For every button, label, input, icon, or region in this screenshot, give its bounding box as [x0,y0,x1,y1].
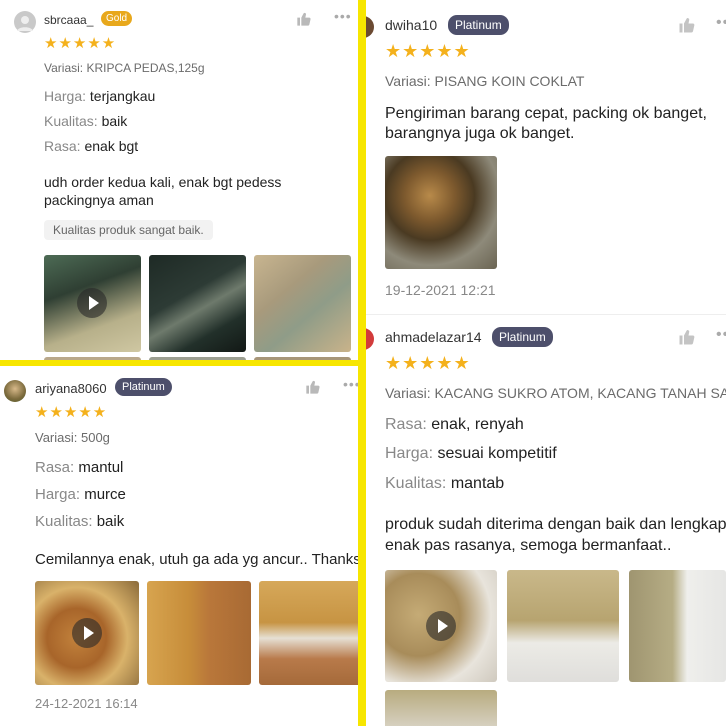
review-card-sbrcaaa: sbrcaaa_ Gold ••• ★★★★★ Variasi: KRIPCA … [0,0,358,360]
media-photo-thumbnail[interactable] [149,255,246,352]
username[interactable]: ahmadelazar14 [385,329,482,345]
media-photo-thumbnail[interactable] [147,581,251,685]
attr-value: enak, renyah [431,416,524,433]
attr-price: Harga: sesuai kompetitif [385,445,557,463]
thumbs-up-icon[interactable] [305,379,321,395]
media-photo-thumbnail[interactable] [385,156,497,269]
review-comment-line: produk sudah diterima dengan baik dan le… [385,516,726,533]
play-icon[interactable] [77,288,107,318]
username[interactable]: sbrcaaa_ [44,13,93,27]
media-photo-thumbnail[interactable] [259,581,358,685]
attr-taste: Rasa: enak bgt [44,138,138,154]
media-strip-edge [44,357,141,360]
review-comment: udh order kedua kali, enak bgt pedess pa… [44,174,282,208]
rating-stars: ★★★★★ [35,404,108,421]
more-options-icon[interactable]: ••• [343,376,358,392]
variant-label: Variasi: 500g [35,430,110,445]
attr-label: Kualitas: [385,475,447,492]
attr-quality: Kualitas: baik [35,513,124,530]
attr-price: Harga: terjangkau [44,88,155,104]
username[interactable]: dwiha10 [385,17,437,33]
username[interactable]: ariyana8060 [35,381,107,396]
rating-stars: ★★★★★ [44,35,117,52]
review-comment-line: enak pas rasanya, semoga bermanfaat.. [385,537,672,554]
more-options-icon[interactable]: ••• [716,326,726,344]
attr-label: Rasa: [35,459,75,476]
attr-value: mantul [78,459,124,476]
more-options-icon[interactable]: ••• [716,14,726,32]
avatar[interactable] [366,16,374,38]
review-divider [366,314,726,315]
attr-value: mantab [450,475,505,492]
attr-taste: Rasa: mantul [35,459,123,476]
attr-value: terjangkau [89,88,156,104]
media-strip-edge [254,357,351,360]
rating-stars: ★★★★★ [385,353,471,373]
attr-label: Rasa: [385,416,427,433]
media-video-thumbnail[interactable] [44,255,141,352]
attr-value: murce [84,486,126,503]
play-icon[interactable] [72,618,102,648]
attr-label: Rasa: [44,138,81,154]
attr-value: baik [101,113,128,129]
media-video-thumbnail[interactable] [35,581,139,685]
review-timestamp: 19-12-2021 12:21 [385,282,496,298]
review-card-ariyana: ariyana8060 Platinum ••• ★★★★★ Variasi: … [0,366,358,726]
media-photo-thumbnail[interactable] [385,690,497,726]
attr-value: enak bgt [84,138,139,154]
attr-quality: Kualitas: mantab [385,475,504,493]
attr-label: Kualitas: [44,113,98,129]
avatar[interactable] [366,328,374,350]
attr-quality: Kualitas: baik [44,113,127,129]
tier-badge: Gold [101,11,133,26]
thumbs-up-icon[interactable] [678,16,696,34]
rating-stars: ★★★★★ [385,41,471,61]
attr-label: Kualitas: [35,513,93,530]
review-comment: Pengiriman barang cepat, packing ok bang… [385,105,707,142]
variant-label: Variasi: KRIPCA PEDAS,125g [44,61,205,75]
media-photo-thumbnail[interactable] [254,255,351,352]
variant-label: Variasi: KACANG SUKRO ATOM, KACANG TANAH… [385,385,726,401]
play-icon[interactable] [426,611,456,641]
media-video-thumbnail[interactable] [385,570,497,682]
attr-value: baik [96,513,125,530]
review-timestamp: 24-12-2021 16:14 [35,696,138,711]
attr-price: Harga: murce [35,486,126,503]
quality-tag: Kualitas produk sangat baik. [44,220,213,240]
thumbs-up-icon[interactable] [296,11,312,27]
attr-taste: Rasa: enak, renyah [385,416,524,434]
thumbs-up-icon[interactable] [678,328,696,346]
more-options-icon[interactable]: ••• [334,8,352,24]
avatar[interactable] [4,380,26,402]
review-comment: Cemilannya enak, utuh ga ada yg ancur.. … [35,551,358,568]
media-photo-thumbnail[interactable] [629,570,726,682]
review-column-right: dwiha10 Platinum ••• ★★★★★ Variasi: PISA… [366,0,726,726]
variant-label: Variasi: PISANG KOIN COKLAT [385,73,585,89]
attr-label: Harga: [385,445,434,462]
tier-badge: Platinum [448,15,509,35]
attr-label: Harga: [44,88,87,104]
avatar[interactable] [14,11,36,33]
tier-badge: Platinum [492,327,553,347]
attr-value: sesuai kompetitif [437,445,557,462]
attr-label: Harga: [35,486,81,503]
media-strip-edge [149,357,246,360]
tier-badge: Platinum [115,378,172,396]
media-photo-thumbnail[interactable] [507,570,619,682]
